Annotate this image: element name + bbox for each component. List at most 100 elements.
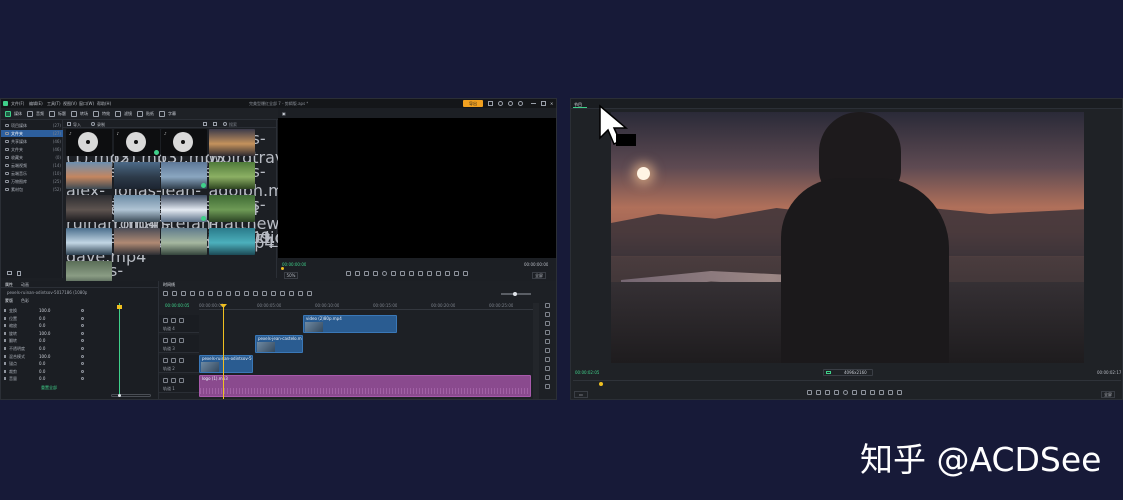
track-mute-icon[interactable] [179,338,184,343]
inspector-property-value[interactable]: 0.0 [39,360,45,367]
timeline-zoom-thumb[interactable] [513,292,517,296]
timeline-keyframe-icon[interactable] [289,291,294,296]
preview-playhead[interactable] [281,267,284,270]
track-mute-icon[interactable] [179,378,184,383]
toolbar-button-3[interactable]: 转场 [71,110,88,118]
close-icon[interactable]: ✕ [550,101,553,106]
video-clip[interactable]: pexels-ruinan-odintsov-5017... [199,355,253,373]
settings-icon[interactable] [498,101,503,106]
toolbar-button-6[interactable]: 贴纸 [137,110,154,118]
toolbar-button-7[interactable]: 字幕 [159,110,176,118]
keyframe-icon[interactable] [81,354,84,358]
menu-file[interactable]: 文件(F) [11,101,24,106]
preview-zoom-select[interactable]: 50% [284,272,298,279]
account-icon[interactable] [508,101,513,106]
media-thumbnail[interactable]: ♪ [161,129,207,156]
media-sidebar-item[interactable]: 万物图库 (25) [1,178,63,185]
timeline-undo-icon[interactable] [163,291,168,296]
preview-fullscreen-icon[interactable] [436,271,441,276]
expand-chevron-icon[interactable] [4,324,6,328]
media-item[interactable]: production_id_4657.mp4 [161,228,359,261]
timeline-redo-icon[interactable] [172,291,177,296]
source-preview-screen[interactable] [278,118,556,258]
viewer-zoom-icon[interactable]: ▭ [574,391,588,398]
timeline-side-tool-icon[interactable] [545,357,550,362]
timeline-record-icon[interactable] [298,291,303,296]
keyframe-icon[interactable] [81,316,84,320]
timeline-delete-icon[interactable] [190,291,195,296]
media-item[interactable]: pexels-matthew.mp4 [208,195,319,233]
media-item[interactable]: pexels-stefan-stefancik.mp4 [161,195,275,252]
media-item[interactable]: pexels-dave.mp4 [66,228,146,266]
search-input[interactable]: 搜索 [229,122,269,127]
timeline-speed-icon[interactable] [217,291,222,296]
expand-chevron-icon[interactable] [4,331,6,335]
preview-fit-icon[interactable] [454,271,459,276]
media-item[interactable]: ♪logo (3).mp3 [161,129,225,167]
menu-tools[interactable]: 工具(T) [47,101,61,106]
media-sidebar-item[interactable]: 共享媒体 (46) [1,138,63,145]
video-clip[interactable]: video (2)80p.mp4 [303,315,397,333]
media-thumbnail[interactable] [113,228,160,255]
preview-volume-icon[interactable] [418,271,423,276]
viewer-mark-out-icon[interactable] [816,390,821,395]
preview-safe-zone-icon[interactable] [445,271,450,276]
inspector-property-value[interactable]: 0.0 [39,322,45,329]
timeline-tab[interactable]: 时间线 [163,282,175,287]
expand-chevron-icon[interactable] [4,377,6,381]
timeline-playhead[interactable] [223,305,224,399]
toolbar-button-1[interactable]: 音频 [27,110,44,118]
inspector-tab-properties[interactable]: 属性 [5,282,13,287]
keyframe-icon[interactable] [81,362,84,366]
media-sidebar-item[interactable]: 云端音乐 (10) [1,170,63,177]
viewer-scrubber[interactable] [573,380,1121,386]
media-thumbnail[interactable] [113,162,160,189]
inspector-property-value[interactable]: 0.0 [39,315,45,322]
preview-prev-frame-icon[interactable] [364,271,369,276]
maximize-icon[interactable] [541,101,546,106]
viewer-next-frame-icon[interactable] [852,390,857,395]
delete-icon[interactable] [17,271,21,276]
viewer-play-icon[interactable] [843,390,848,395]
keyframe-icon[interactable] [81,377,84,381]
timeline-side-tool-icon[interactable] [545,348,550,353]
timeline-freeze-icon[interactable] [235,291,240,296]
media-thumbnail[interactable] [161,195,207,222]
add-folder-icon[interactable] [7,271,12,275]
media-item[interactable]: pexels-jean-castelo.mp4 [161,162,259,219]
inspector-subtab-mask[interactable]: 蒙版 [5,298,13,303]
timeline-split-icon[interactable] [199,291,204,296]
preview-crop-icon[interactable] [463,271,468,276]
toolbar-button-0[interactable]: 媒体 [5,110,22,118]
program-viewer-screen[interactable] [611,112,1084,363]
minimize-icon[interactable] [531,103,536,104]
track-lock-icon[interactable] [163,358,168,363]
track-visibility-icon[interactable] [171,338,176,343]
media-item[interactable]: production_id_4709.mp4 [113,228,312,261]
media-item[interactable]: pexels-wolrdtrave.mp4 [208,129,335,167]
expand-chevron-icon[interactable] [4,309,6,312]
expand-chevron-icon[interactable] [4,347,6,350]
media-item[interactable]: pexels-jonas-santo.mp4 [113,162,199,219]
inspector-subtab-color[interactable]: 色彩 [21,298,29,303]
search-icon[interactable] [223,122,227,126]
timeline-marker-icon[interactable] [280,291,285,296]
track-visibility-icon[interactable] [171,358,176,363]
media-thumbnail[interactable] [208,228,255,255]
toolbar-button-2[interactable]: 标题 [49,110,66,118]
toolbar-button-4[interactable]: 特效 [93,110,110,118]
keyframe-icon[interactable] [81,339,84,343]
preview-snapshot-icon[interactable] [427,271,432,276]
media-thumbnail[interactable] [208,195,255,222]
preview-step-forward-icon[interactable] [391,271,396,276]
toolbar-button-5[interactable]: 滤镜 [115,110,132,118]
track-visibility-icon[interactable] [171,378,176,383]
media-sidebar-item[interactable]: 文件夹 (27) [1,130,63,137]
inspector-zoom-thumb[interactable] [118,394,121,397]
preview-tab[interactable]: ▣ [282,111,286,116]
viewer-volume-icon[interactable] [879,390,884,395]
timeline-mask-icon[interactable] [262,291,267,296]
expand-chevron-icon[interactable] [4,339,6,343]
media-item[interactable]: pexels-adolph.mp4 [208,162,304,200]
media-sidebar-item[interactable]: 素材包 (52) [1,186,63,193]
